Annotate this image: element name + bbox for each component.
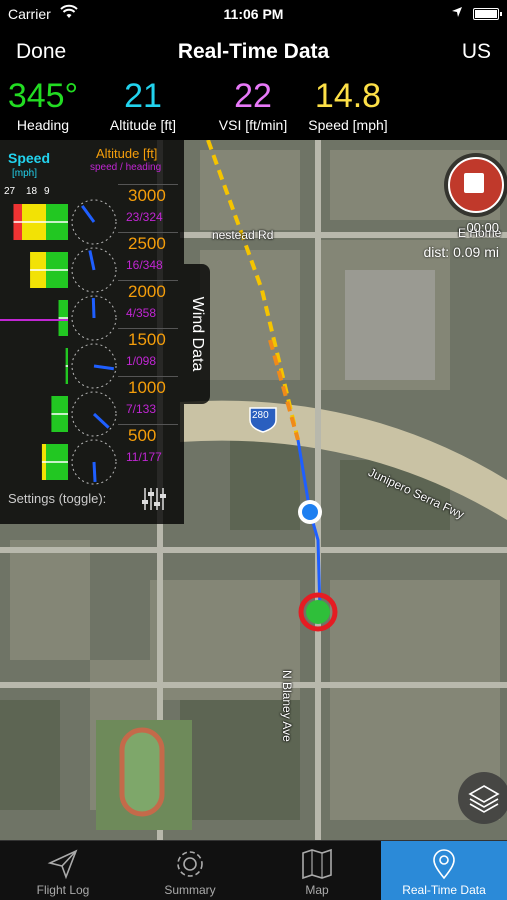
nav-bar: Done Real-Time Data US xyxy=(0,28,507,76)
speed-value: 14.8 xyxy=(314,77,382,115)
tab-label: Real-Time Data xyxy=(402,883,486,897)
wind-row-speed-heading: 23/324 xyxy=(126,210,163,224)
wind-row-speed-heading: 11/177 xyxy=(126,450,162,464)
highway-shield-number: 280 xyxy=(252,410,269,421)
wind-row-1500: 1500 1/098 xyxy=(0,328,184,376)
heading-value: 345° xyxy=(7,77,79,115)
heading-label: Heading xyxy=(16,117,70,133)
distance-readout: dist: 0.09 mi xyxy=(423,244,499,260)
location-arrow-icon xyxy=(452,7,462,17)
wind-speed-unit: [mph] xyxy=(12,168,38,179)
page-title: Real-Time Data xyxy=(177,40,330,63)
wind-row-altitude: 500 xyxy=(128,426,157,445)
speed-readout: 14.8 Speed [mph] xyxy=(293,76,403,134)
vsi-label: VSI [ft/min] xyxy=(218,117,288,133)
wind-row-speed-heading: 1/098 xyxy=(126,354,157,368)
wind-altitude-subtitle: speed / heading xyxy=(90,162,162,173)
tab-map[interactable]: Map xyxy=(254,841,380,900)
wind-row-speed-heading: 16/348 xyxy=(126,258,163,272)
street-label-n-blaney: N Blaney Ave xyxy=(280,670,294,742)
altitude-readout: 21 Altitude [ft] xyxy=(88,76,198,134)
wind-row-altitude: 2500 xyxy=(128,234,166,253)
wind-data-panel: Speed [mph] Altitude [ft] speed / headin… xyxy=(0,140,184,524)
tab-label: Flight Log xyxy=(36,883,90,897)
status-bar: Carrier 11:06 PM xyxy=(0,0,507,28)
wind-row-speed-heading: 7/133 xyxy=(126,402,157,416)
wind-row-altitude: 1000 xyxy=(128,378,166,397)
wind-speed-title: Speed xyxy=(8,150,51,166)
wind-row-altitude: 2000 xyxy=(128,282,166,301)
wind-row-2500: 2500 16/348 xyxy=(0,232,184,280)
altitude-value: 21 xyxy=(124,77,162,115)
tab-summary[interactable]: Summary xyxy=(127,841,253,900)
wind-data-tab-label: Wind Data xyxy=(189,296,206,372)
altitude-label: Altitude [ft] xyxy=(109,117,177,133)
status-time: 11:06 PM xyxy=(223,6,284,22)
wind-row-2000: 2000 4/358 xyxy=(0,280,184,328)
tab-label: Summary xyxy=(164,883,216,897)
wind-data-tab[interactable]: Wind Data xyxy=(184,264,210,404)
map-icon xyxy=(302,848,332,880)
wind-altitude-title: Altitude [ft] xyxy=(96,146,158,161)
wind-row-3000: 3000 23/324 xyxy=(0,184,184,232)
wind-row-500: 500 11/177 xyxy=(0,424,184,472)
units-toggle-button[interactable]: US xyxy=(462,40,491,64)
tab-label: Map xyxy=(305,883,329,897)
vsi-readout: 22 VSI [ft/min] xyxy=(198,76,308,134)
tab-bar: Flight Log Summary Map Real-Time Data xyxy=(0,840,507,900)
wind-row-speed-heading: 4/358 xyxy=(126,306,157,320)
gear-icon xyxy=(177,851,203,877)
sliders-icon[interactable] xyxy=(140,486,166,512)
wind-row-altitude: 3000 xyxy=(128,186,166,205)
street-label-homestead: nestead Rd xyxy=(212,228,274,242)
tab-flight-log[interactable]: Flight Log xyxy=(0,841,126,900)
layers-icon xyxy=(468,785,500,813)
vsi-value: 22 xyxy=(234,77,272,115)
stop-icon xyxy=(464,173,484,193)
battery-icon xyxy=(473,8,502,20)
recording-timer: 00:00 xyxy=(466,220,499,235)
stop-recording-button[interactable] xyxy=(444,153,507,217)
settings-toggle-label: Settings (toggle): xyxy=(8,491,107,506)
tab-real-time-data[interactable]: Real-Time Data xyxy=(381,841,507,900)
speed-label: Speed [mph] xyxy=(308,117,388,133)
readouts-bar: 345° Heading 21 Altitude [ft] 22 VSI [ft… xyxy=(0,76,507,140)
paper-plane-icon xyxy=(47,849,78,880)
wind-row-altitude: 1500 xyxy=(128,330,166,349)
heading-readout: 345° Heading xyxy=(0,76,98,134)
wind-row-1000: 1000 7/133 xyxy=(0,376,184,424)
map-layers-button[interactable] xyxy=(458,772,507,824)
location-pin-icon xyxy=(433,849,455,880)
